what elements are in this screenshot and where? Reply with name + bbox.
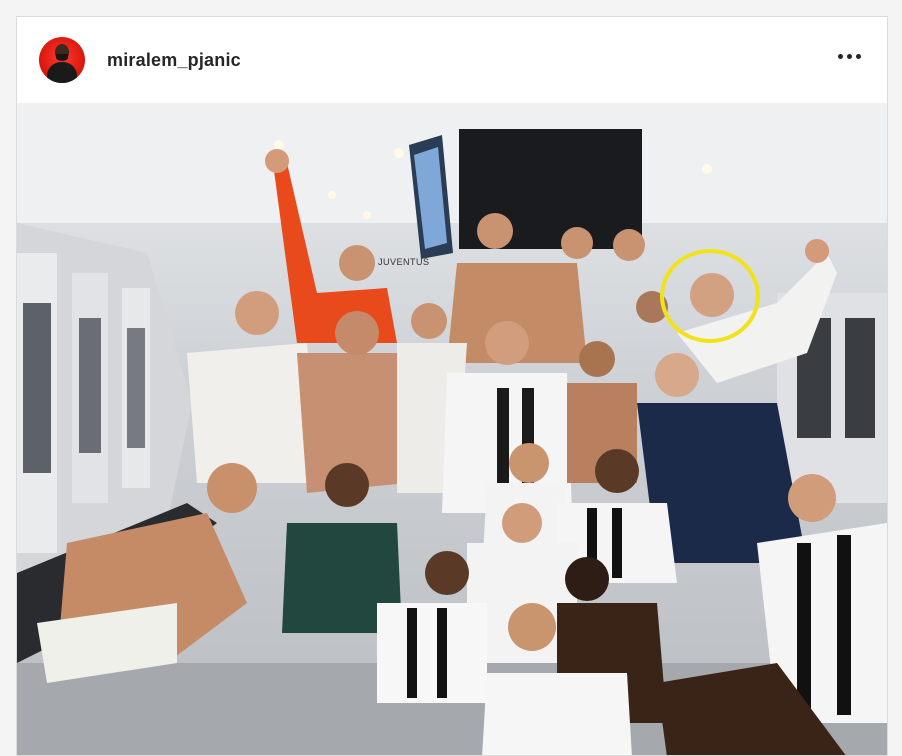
avatar-body [47,62,77,83]
username-link[interactable]: miralem_pjanic [107,50,241,71]
highlight-circle [660,249,760,343]
post-header: miralem_pjanic [17,17,887,104]
locker-room-scene [17,103,887,755]
profile-avatar[interactable] [39,37,85,83]
post-photo[interactable]: JUVENTUS [17,103,887,755]
more-dot [856,54,861,59]
more-options-icon[interactable] [834,50,865,63]
more-dot [847,54,852,59]
instagram-post: miralem_pjanic JUVENTUS [16,16,888,756]
more-dot [838,54,843,59]
avatar-beard [56,54,68,61]
wall-logo: JUVENTUS [378,257,430,267]
